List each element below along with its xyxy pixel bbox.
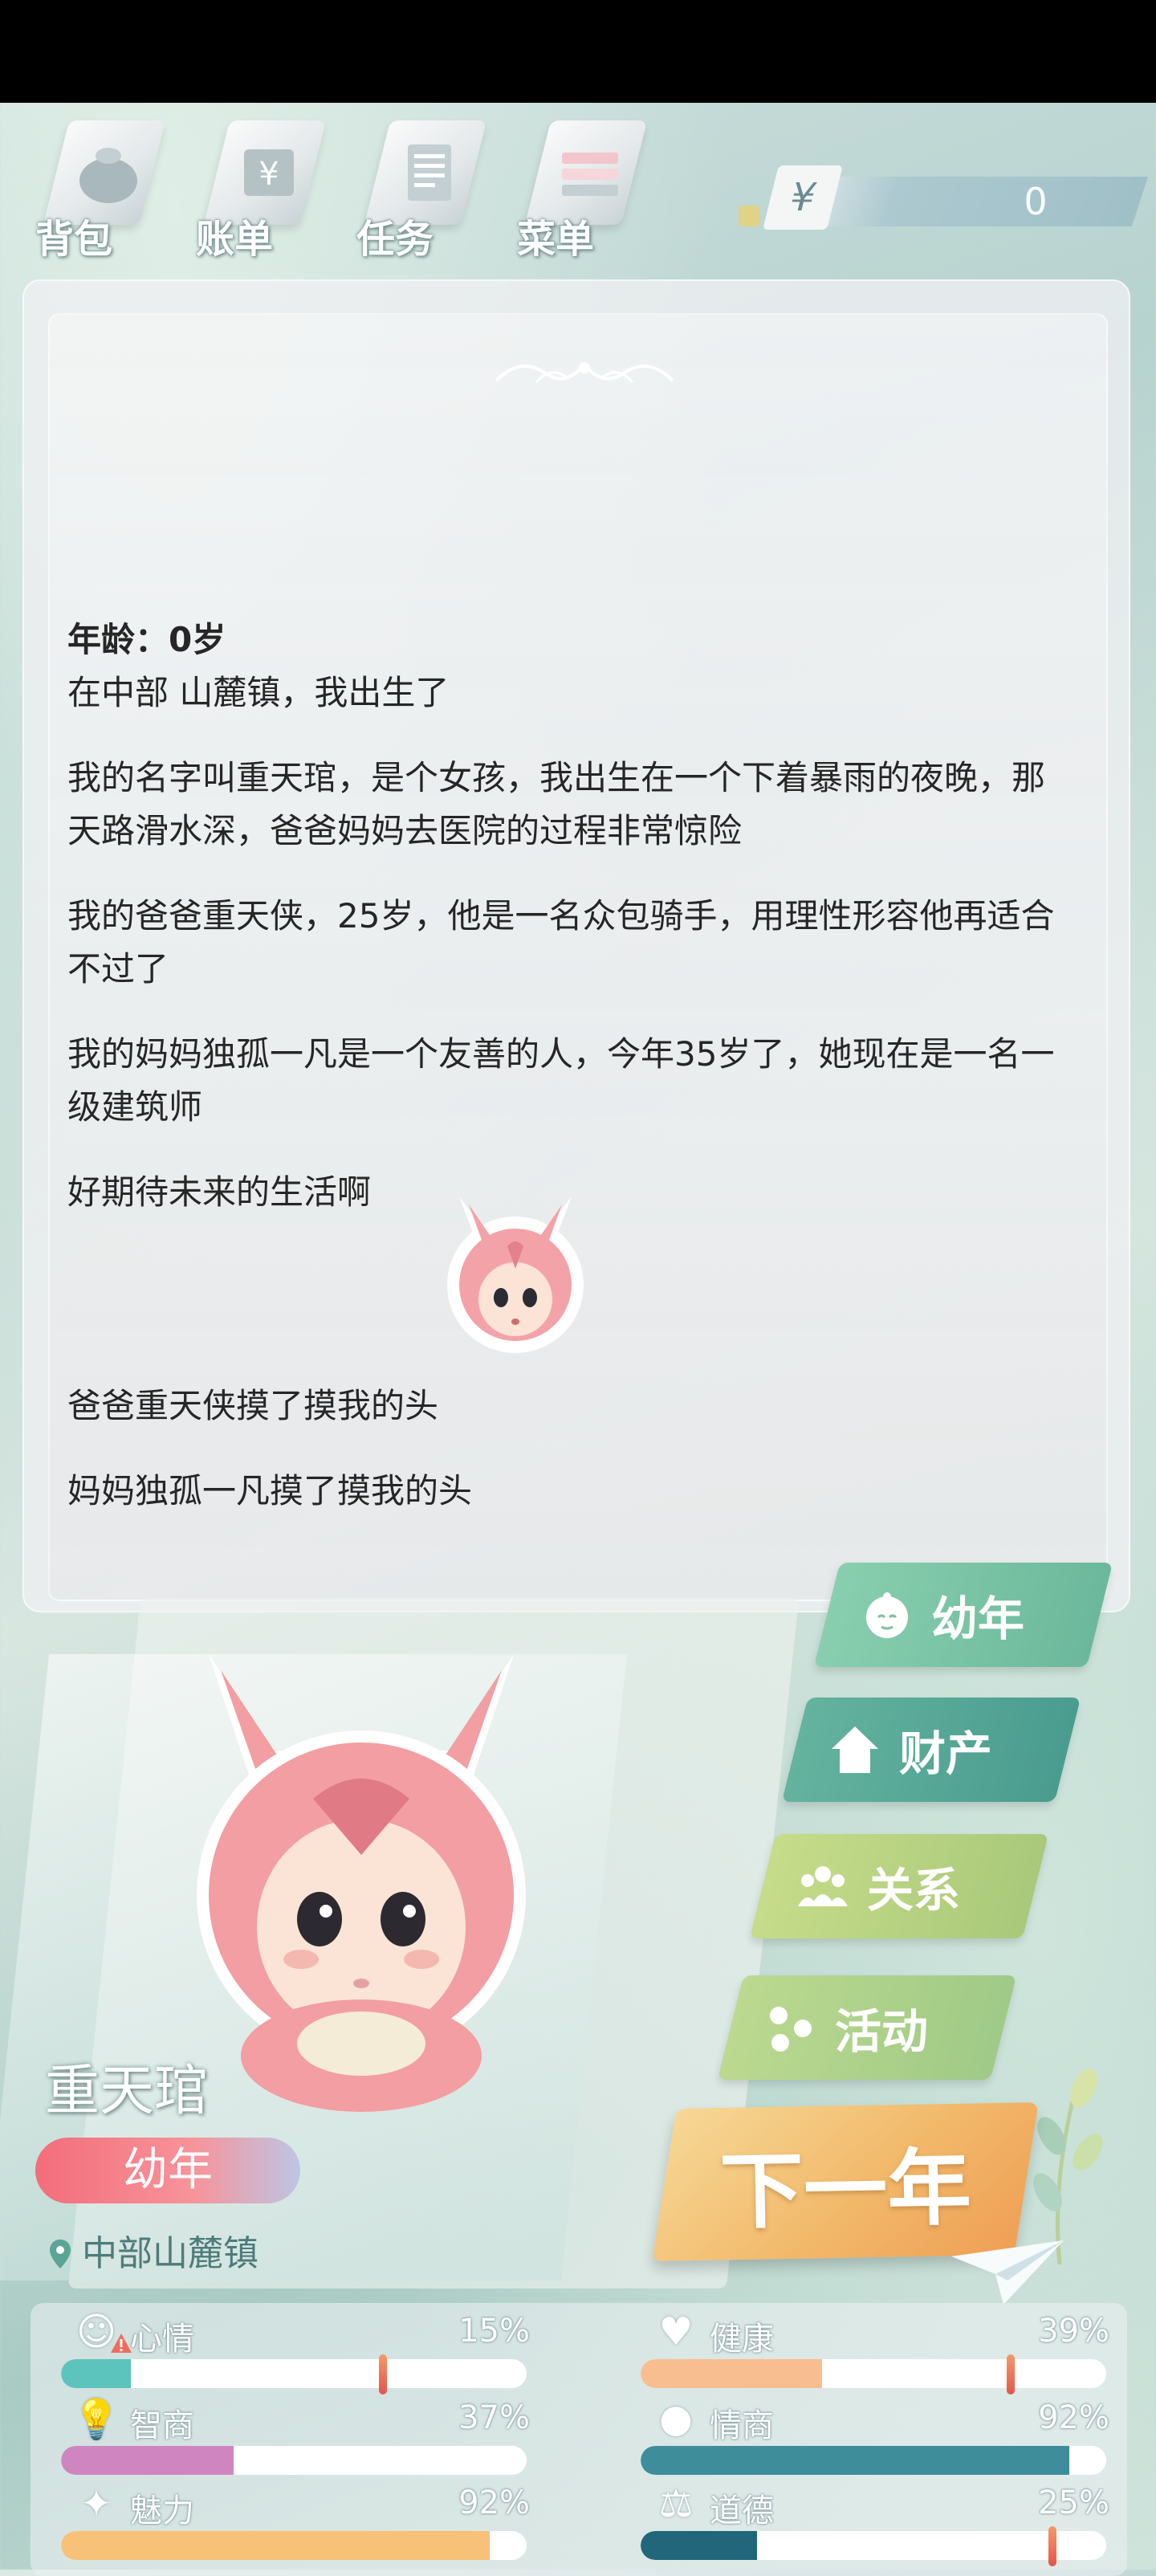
stat-label: 智商 bbox=[130, 2407, 194, 2444]
story-paragraph: 我的妈妈独孤一凡是一个友善的人，今年35岁了，她现在是一名一级建筑师 bbox=[67, 1034, 1055, 1127]
stat-fill bbox=[61, 2531, 490, 2560]
childhood-button[interactable]: 幼年 bbox=[813, 1563, 1113, 1667]
age-line: 年龄：0岁 bbox=[67, 620, 226, 659]
stat-iq: 💡 智商 37% bbox=[61, 2396, 543, 2476]
property-label: 财产 bbox=[899, 1726, 993, 1781]
coin-icon bbox=[739, 206, 759, 226]
story-log: 年龄：0岁 在中部 山麓镇，我出生了 我的名字叫重天琯，是个女孩，我出生在一个下… bbox=[67, 613, 1063, 1550]
relations-button[interactable]: 关系 bbox=[749, 1834, 1049, 1938]
stat-morality: ⚖ 道德 25% bbox=[641, 2481, 1122, 2566]
nav-menu-button[interactable]: 菜单 bbox=[506, 112, 650, 273]
money-display: ¥ 0 bbox=[739, 165, 1149, 231]
stat-percent: 39% bbox=[1038, 2313, 1109, 2350]
activity-icon bbox=[763, 1999, 819, 2056]
stat-bar bbox=[61, 2359, 527, 2388]
stat-eq: ● 情商 92% bbox=[641, 2396, 1122, 2476]
nav-menu-label: 菜单 bbox=[517, 217, 595, 262]
money-value: 0 bbox=[1024, 180, 1048, 223]
property-button[interactable]: 财产 bbox=[781, 1698, 1081, 1802]
location-label: 中部山麓镇 bbox=[48, 2224, 258, 2276]
apple-icon: ● bbox=[659, 2396, 693, 2441]
stat-label: 道德 bbox=[710, 2492, 774, 2529]
stat-health: ♥ 健康 39% bbox=[641, 2309, 1122, 2395]
stat-percent: 92% bbox=[458, 2484, 530, 2521]
stat-label: 健康 bbox=[710, 2321, 774, 2358]
stat-label: 心情 bbox=[130, 2321, 194, 2358]
nav-bag-button[interactable]: 背包 bbox=[24, 112, 169, 273]
stat-marker bbox=[1007, 2354, 1015, 2395]
stats-panel: ☺ 心情 15% ♥ 健康 39% 💡 智商 37% ● 情商 92% ✦ 魅力… bbox=[31, 2303, 1127, 2576]
baby-sticker-icon bbox=[447, 1196, 584, 1353]
stat-bar bbox=[641, 2359, 1106, 2388]
stat-fill bbox=[61, 2446, 234, 2475]
stat-bar bbox=[61, 2446, 527, 2475]
character-name: 重天琯 bbox=[45, 2060, 210, 2123]
story-paragraph: 我的爸爸重天侠，25岁，他是一名众包骑手，用理性形容他再适合不过了 bbox=[67, 896, 1055, 988]
stat-mood: ☺ 心情 15% bbox=[61, 2309, 543, 2395]
scales-icon: ⚖ bbox=[658, 2481, 694, 2526]
house-icon bbox=[827, 1722, 883, 1778]
stat-marker bbox=[379, 2354, 387, 2395]
bill-icon: ¥ bbox=[233, 137, 305, 209]
people-icon bbox=[795, 1858, 851, 1914]
nav-task-button[interactable]: 任务 bbox=[345, 112, 490, 273]
childhood-label: 幼年 bbox=[931, 1592, 1025, 1646]
location-pin-icon bbox=[50, 2240, 71, 2268]
relations-label: 关系 bbox=[867, 1863, 961, 1918]
story-paragraph: 在中部 山麓镇，我出生了 bbox=[67, 673, 450, 712]
stat-bar bbox=[61, 2531, 527, 2560]
stat-fill bbox=[641, 2359, 823, 2388]
stat-bar bbox=[641, 2446, 1106, 2475]
stat-percent: 37% bbox=[458, 2399, 530, 2436]
baby-face-icon bbox=[859, 1587, 915, 1643]
stat-fill bbox=[61, 2359, 131, 2388]
status-bar bbox=[0, 0, 1156, 103]
character-avatar bbox=[197, 1654, 526, 2112]
bag-icon bbox=[72, 137, 144, 209]
nav-bag-label: 背包 bbox=[35, 217, 113, 262]
ornament-icon bbox=[495, 362, 674, 384]
paper-plane-icon bbox=[951, 2240, 1064, 2305]
activities-label: 活动 bbox=[835, 2004, 929, 2059]
story-paragraph: 我的名字叫重天琯，是个女孩，我出生在一个下着暴雨的夜晚，那天路滑水深，爸爸妈妈去… bbox=[67, 758, 1046, 850]
stat-percent: 25% bbox=[1038, 2484, 1109, 2521]
event-line: 爸爸重天侠摸了摸我的头 bbox=[67, 1386, 439, 1425]
stat-fill bbox=[641, 2446, 1069, 2475]
stat-percent: 92% bbox=[1038, 2399, 1109, 2436]
nav-task-label: 任务 bbox=[356, 217, 434, 262]
sparkle-icon: ✦ bbox=[79, 2481, 113, 2526]
svg-text:¥: ¥ bbox=[258, 156, 279, 193]
life-stage-badge: 幼年 bbox=[35, 2138, 300, 2203]
event-line: 妈妈独孤一凡摸了摸我的头 bbox=[67, 1471, 473, 1510]
nav-bill-label: 账单 bbox=[196, 217, 274, 262]
task-icon bbox=[393, 137, 466, 209]
location-text: 中部山麓镇 bbox=[82, 2233, 258, 2274]
stat-charm: ✦ 魅力 92% bbox=[61, 2481, 543, 2562]
stat-fill bbox=[641, 2531, 757, 2560]
stat-bar bbox=[641, 2531, 1106, 2560]
stat-percent: 15% bbox=[458, 2313, 530, 2350]
stat-label: 情商 bbox=[710, 2407, 774, 2444]
stat-label: 魅力 bbox=[130, 2492, 194, 2529]
stat-marker bbox=[1048, 2526, 1056, 2566]
activities-button[interactable]: 活动 bbox=[717, 1975, 1017, 2080]
heart-icon: ♥ bbox=[658, 2309, 694, 2354]
nav-bill-button[interactable]: ¥ 账单 bbox=[185, 112, 329, 273]
lightbulb-icon: 💡 bbox=[72, 2396, 120, 2442]
menu-icon bbox=[554, 137, 626, 209]
